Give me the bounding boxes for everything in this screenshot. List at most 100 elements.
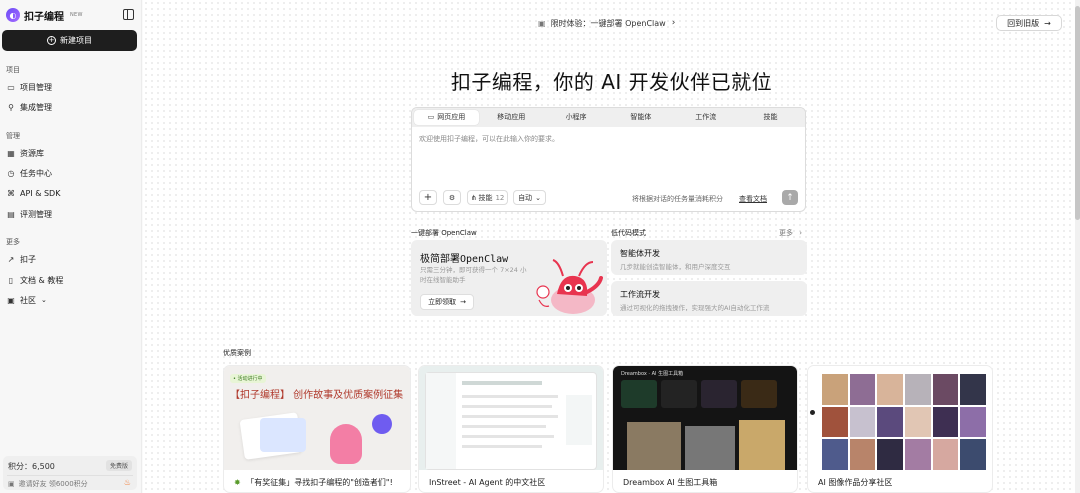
promo-text: 限时体验：一键部署 OpenClaw [550, 18, 666, 28]
gallery-image [960, 406, 986, 438]
credits-hint: 将根据对话的任务量消耗积分 [632, 195, 723, 203]
sidebar-item-coze[interactable]: ↗ 扣子 [6, 252, 36, 266]
sidebar-item-community[interactable]: ▣ 社区 ⌄ [6, 293, 47, 307]
tab-agent[interactable]: 智能体 [608, 110, 673, 125]
case-card[interactable]: AI 图像作品分享社区 [807, 365, 993, 493]
sidebar-item-evaluation[interactable]: ▤ 评测管理 [6, 207, 52, 221]
logo-text: 扣子编程 [24, 11, 64, 23]
tab-mini-program[interactable]: 小程序 [544, 110, 609, 125]
new-badge: NEW [70, 12, 83, 18]
sidebar-item-label: 集成管理 [20, 102, 52, 112]
sidebar-item-docs[interactable]: ▯ 文档 & 教程 [6, 273, 64, 287]
chevron-right-icon: › [799, 229, 803, 237]
case-card[interactable]: • 活动进行中 【扣子编程】 创作故事及优质案例征集 ✸ 「有奖征集」寻找扣子编… [223, 365, 411, 493]
prompt-input[interactable] [419, 135, 799, 143]
sidebar-item-projects[interactable]: ▭ 项目管理 [6, 80, 52, 94]
chevron-down-icon: ⌄ [535, 193, 541, 202]
scrollbar[interactable] [1075, 0, 1080, 493]
tab-workflow[interactable]: 工作流 [673, 110, 738, 125]
case-caption: Dreambox AI 生图工具箱 [623, 478, 718, 487]
plus-circle-icon: + [47, 36, 56, 45]
page-title: 扣子编程，你的 AI 开发伙伴已就位 [450, 70, 773, 94]
gallery-image [877, 406, 903, 438]
old-version-button[interactable]: 回到旧版 → [996, 15, 1062, 31]
document-illustration [260, 418, 306, 452]
gallery-image [904, 374, 931, 405]
gallery-image [932, 406, 959, 438]
openclaw-card-desc: 只需三分钟，即可获得一个 7×24 小时在线智能助手 [420, 266, 527, 284]
sample-image [627, 422, 681, 470]
section-title-more: 更多 [6, 238, 20, 246]
preview-line [462, 425, 546, 428]
new-project-label: 新建项目 [60, 36, 92, 45]
sample-image [739, 420, 785, 470]
invite-link[interactable]: ▣ 邀请好友 领6000积分 [8, 479, 88, 489]
arrow-right-icon: → [1044, 18, 1051, 28]
sidebar-item-label: 文档 & 教程 [20, 275, 64, 285]
send-button[interactable]: ↑ [782, 190, 798, 205]
cases-section-title: 优质案例 [223, 349, 251, 357]
skills-count: 12 [495, 193, 505, 202]
logo[interactable]: ◐ 扣子编程 NEW [6, 7, 136, 23]
credits-label: 积分：6,500 [8, 462, 55, 471]
gallery-image [932, 439, 959, 470]
sidebar-collapse-icon[interactable] [123, 9, 134, 20]
gallery-image [960, 374, 986, 405]
case-card[interactable]: Dreambox · AI 生图工具箱 Dreambox AI 生图工具箱 [612, 365, 798, 493]
case-caption: ✸ 「有奖征集」寻找扣子编程的"创造者们"! [234, 477, 393, 488]
sidebar-item-label: API & SDK [20, 188, 61, 198]
agent-dev-title: 智能体开发 [620, 249, 660, 258]
fire-icon: ♨ [123, 478, 131, 487]
case-thumbnail: Dreambox · AI 生图工具箱 [613, 366, 797, 470]
lowcode-section-title: 低代码模式 [611, 229, 646, 237]
folder-icon: ▭ [7, 82, 15, 92]
gallery-image [849, 439, 876, 470]
tab-web-app[interactable]: ▭ 网页应用 [414, 110, 479, 125]
add-attachment-button[interactable]: + [419, 190, 437, 205]
divider [7, 475, 133, 476]
agent-dev-card[interactable]: 智能体开发 几步就能创造智能体，和用户深度交互 [611, 240, 807, 275]
decorative-circle [372, 414, 392, 434]
plus-icon: + [423, 192, 433, 203]
openclaw-card[interactable]: 极简部署OpenClaw 只需三分钟，即可获得一个 7×24 小时在线智能助手 … [411, 240, 607, 316]
case-thumb-title: Dreambox · AI 生图工具箱 [621, 371, 684, 377]
sidebar-item-label: 评测管理 [20, 209, 52, 219]
clock-icon: ◷ [7, 168, 15, 178]
mode-select[interactable]: 自动 ⌄ [513, 190, 546, 205]
sidebar-item-integrations[interactable]: ⚲ 集成管理 [6, 100, 52, 114]
preview-line [462, 415, 558, 418]
tab-mobile-app[interactable]: 移动应用 [479, 110, 544, 125]
skills-button[interactable]: ⋔ 技能 12 [467, 190, 508, 205]
community-icon: ▣ [7, 295, 15, 305]
new-project-button[interactable]: + 新建项目 [2, 30, 137, 51]
sidebar-item-library[interactable]: ▦ 资源库 [6, 146, 44, 160]
case-thumbnail [808, 366, 992, 470]
preview-line [462, 395, 558, 398]
gallery-image [904, 439, 931, 470]
case-caption: AI 图像作品分享社区 [818, 478, 893, 487]
preview-line [462, 435, 554, 438]
sliders-icon: ⚙ [448, 193, 456, 202]
sidebar-item-tasks[interactable]: ◷ 任务中心 [6, 166, 53, 180]
invite-text: 邀请好友 领6000积分 [18, 480, 88, 488]
plan-badge: 免费版 [105, 460, 132, 471]
section-title-manage: 管理 [6, 132, 20, 140]
skills-label: 技能 [478, 193, 493, 202]
arrow-up-right-icon: ↗ [7, 254, 15, 264]
promo-banner[interactable]: ▣ 限时体验：一键部署 OpenClaw › [538, 16, 675, 30]
settings-button[interactable]: ⚙ [443, 190, 461, 205]
more-link[interactable]: 更多 › [779, 228, 802, 238]
scrollbar-thumb[interactable] [1075, 6, 1080, 220]
arrow-up-icon: ↑ [786, 192, 794, 203]
view-docs-link[interactable]: 查看文档 [739, 194, 767, 204]
sidebar-item-label: 社区 [20, 295, 36, 305]
workflow-dev-card[interactable]: 工作流开发 通过可视化的拖拽操作，实现强大的AI自动化工作流 [611, 281, 807, 316]
claim-button[interactable]: 立即领取 → [420, 294, 474, 310]
case-card[interactable]: InStreet - AI Agent 的中文社区 [418, 365, 604, 493]
app-type-tabs: ▭ 网页应用 移动应用 小程序 智能体 工作流 技能 [412, 108, 805, 127]
tab-skills[interactable]: 技能 [738, 110, 803, 125]
case-thumbnail [419, 366, 603, 470]
workflow-dev-title: 工作流开发 [620, 290, 660, 299]
credits-panel[interactable]: 积分：6,500 免费版 ▣ 邀请好友 领6000积分 ♨ [3, 456, 137, 490]
sidebar-item-api[interactable]: ⌘ API & SDK [6, 186, 60, 200]
